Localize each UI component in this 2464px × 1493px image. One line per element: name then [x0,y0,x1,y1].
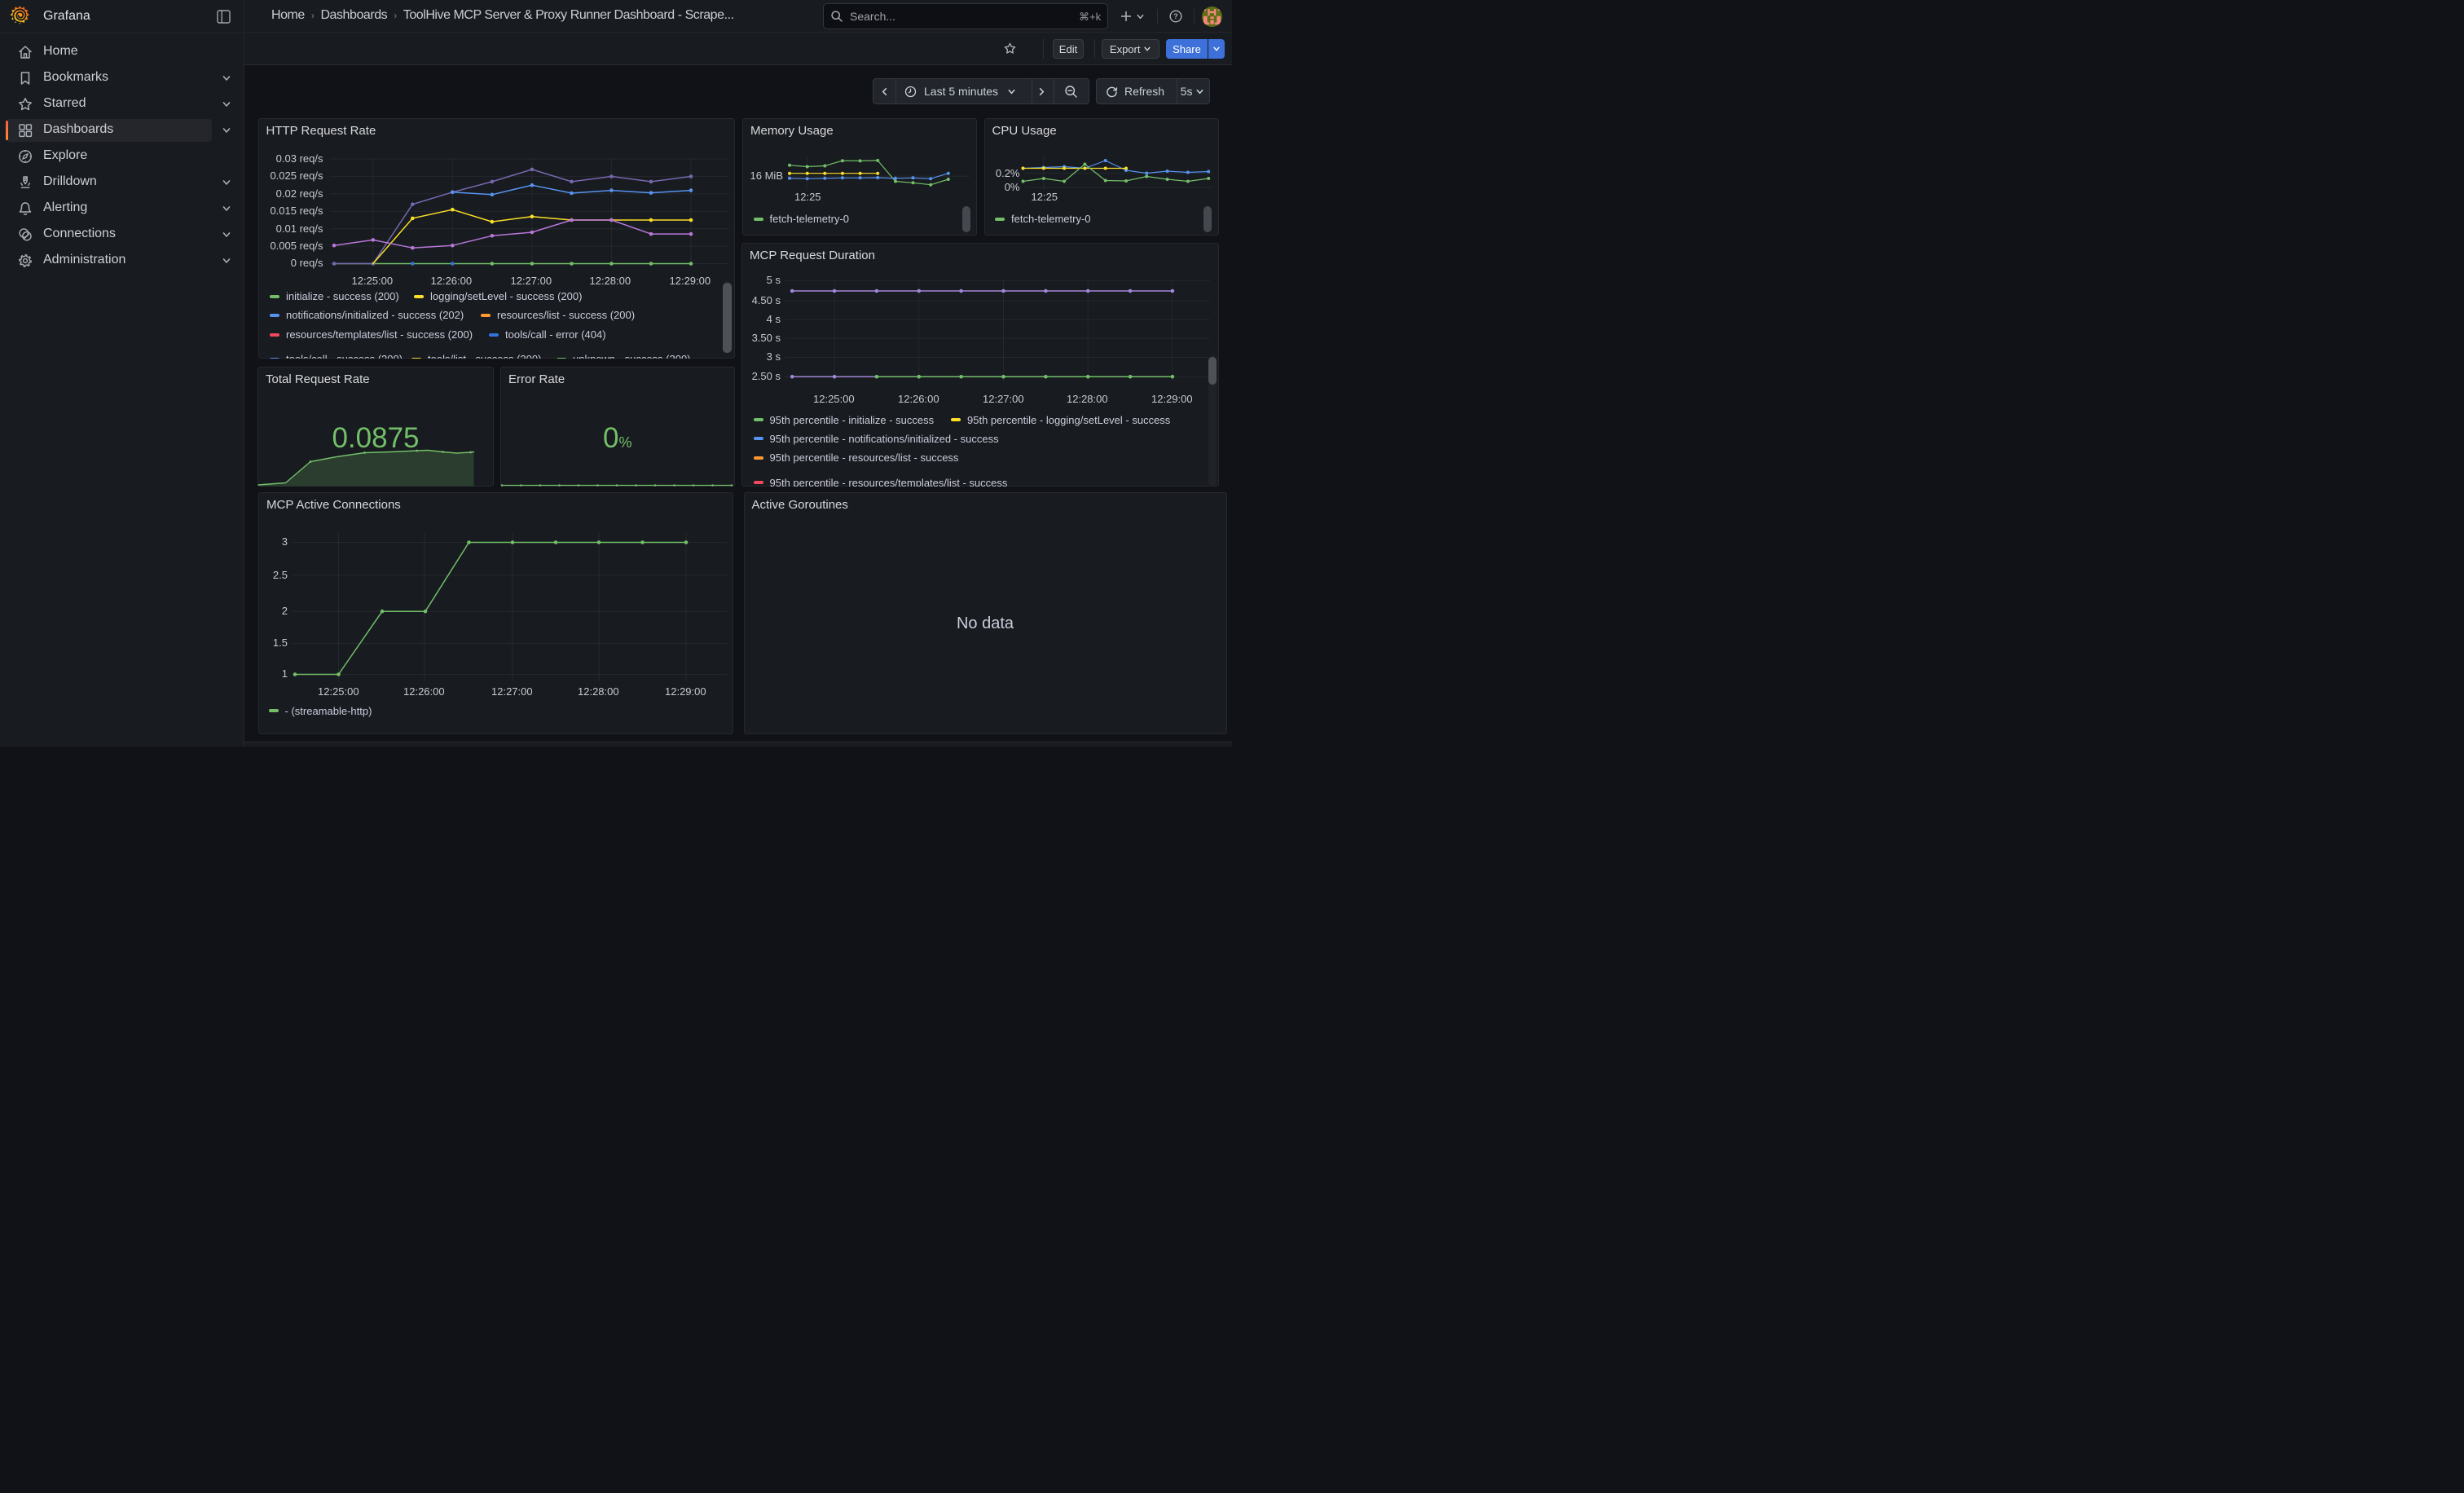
svg-text:?: ? [1173,12,1178,20]
